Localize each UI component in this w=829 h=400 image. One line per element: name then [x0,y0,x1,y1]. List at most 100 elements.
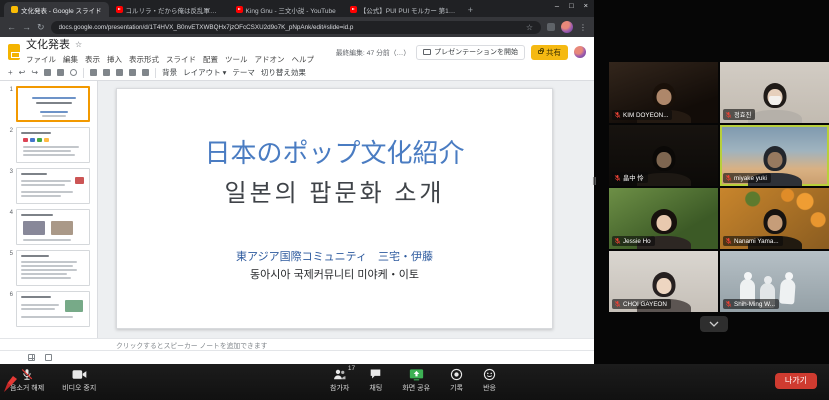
paint-format-icon[interactable] [57,69,64,76]
browser-menu-icon[interactable]: ⋮ [579,23,587,32]
slide-thumbnail-4[interactable] [16,209,90,245]
forward-icon[interactable]: → [22,23,31,32]
collapse-participants-button[interactable] [700,316,728,332]
slide-title-korean[interactable]: 일본의 팝문화 소개 [117,173,552,208]
slide-title-japanese[interactable]: 日本のポップ文化紹介 [117,137,552,171]
theme-button[interactable]: テーマ [232,67,255,78]
select-tool-icon[interactable] [90,69,97,76]
slide-thumbnail-1[interactable] [16,86,90,122]
slide-thumbnail-5[interactable] [16,250,90,286]
maximize-button[interactable]: □ [569,2,574,10]
slide-number: 6 [0,291,13,327]
share-screen-icon [409,367,424,381]
last-edit-link[interactable]: 最終編集: 47 分前（…） [336,47,410,57]
share-screen-button[interactable]: 화면 공유 [402,367,430,393]
new-slide-icon[interactable]: + [8,69,13,77]
current-slide[interactable]: 日本のポップ文化紹介 일본의 팝문화 소개 東アジア国際コミュニティ 三宅・伊藤… [116,88,553,329]
muted-mic-icon [614,237,621,245]
slide-subtitle-japanese[interactable]: 東アジア国際コミュニティ 三宅・伊藤 [117,248,552,264]
menu-edit[interactable]: 編集 [63,54,78,65]
insert-shape-icon[interactable] [129,69,136,76]
back-icon[interactable]: ← [7,23,16,32]
url-field[interactable]: docs.google.com/presentation/d/1T4HVX_B0… [51,21,541,34]
participant-tile[interactable]: 정효진 [720,62,829,123]
menu-arrange[interactable]: 配置 [203,54,218,65]
zoom-icon[interactable] [70,69,77,76]
stop-video-button[interactable]: 비디오 중지 [62,367,96,393]
youtube-favicon-icon [116,6,123,13]
lock-icon [538,50,543,54]
redo-icon[interactable]: ↪ [31,69,38,77]
participant-name-label: CHOI GAYEON [612,299,671,309]
extensions-icon[interactable] [547,23,555,31]
insert-image-icon[interactable] [116,69,123,76]
tab-youtube-1[interactable]: コルリラ・だから俺は反乱軍を作るわと... [109,2,229,17]
slide-thumbnail-3[interactable] [16,168,90,204]
minimize-button[interactable]: – [555,2,559,10]
slide-filmstrip: 1 2 [0,81,98,338]
toolbar-separator [83,68,84,78]
menu-tools[interactable]: ツール [225,54,248,65]
tab-youtube-3[interactable]: 【公式】PUI PUI モルカー 第1話 「... [343,2,463,17]
text-box-icon[interactable] [103,69,110,76]
menu-slide[interactable]: スライド [166,54,196,65]
participant-tile[interactable]: KIM DOYEON... [609,62,718,123]
participant-name-label: Jessie Ho [612,236,655,246]
new-tab-button[interactable]: + [468,6,473,15]
participant-tile[interactable]: Shih-Ming W... [720,251,829,312]
speaker-notes[interactable]: クリックするとスピーカー ノートを追加できます [0,338,594,350]
menu-help[interactable]: ヘルプ [292,54,315,65]
account-avatar[interactable] [574,46,586,58]
menu-addons[interactable]: アドオン [255,54,285,65]
present-button[interactable]: プレゼンテーションを開始 [416,45,525,60]
print-icon[interactable] [44,69,51,76]
doc-info: 文化発表 ☆ ファイル 編集 表示 挿入 表示形式 スライド 配置 ツール アド… [26,39,330,64]
record-button[interactable]: 기록 [450,367,463,393]
slide-canvas[interactable]: 日本のポップ文化紹介 일본의 팝문화 소개 東アジア国際コミュニティ 三宅・伊藤… [98,81,594,338]
grid-view-icon[interactable] [28,354,35,361]
layout-button[interactable]: レイアウト▾ [183,67,226,78]
participant-tile[interactable]: Nanami Yama... [720,188,829,249]
muted-mic-icon [614,174,621,182]
panel-resize-handle[interactable]: ‖ [592,176,597,188]
zoom-control-bar: 음소거 해제 비디오 중지 17 참가자 채팅 [0,364,829,400]
slide-thumbnail-2[interactable] [16,127,90,163]
menu-view[interactable]: 表示 [85,54,100,65]
participant-tile[interactable]: CHOI GAYEON [609,251,718,312]
participants-button[interactable]: 17 참가자 [330,367,349,393]
doc-title[interactable]: 文化発表 [26,39,70,51]
refresh-icon[interactable]: ↻ [37,23,45,32]
costumed-figure [779,279,796,305]
menu-insert[interactable]: 挿入 [107,54,122,65]
menu-format[interactable]: 表示形式 [129,54,159,65]
slide-thumbnail-6[interactable] [16,291,90,327]
filmstrip-view-icon[interactable] [45,354,52,361]
slides-toolbar: + ↩ ↪ 背景 レイアウト▾ テーマ 切り替え効果 [0,65,594,81]
leave-meeting-button[interactable]: 나가기 [775,373,817,389]
share-button[interactable]: 共有 [531,45,568,60]
undo-icon[interactable]: ↩ [19,69,26,77]
menu-file[interactable]: ファイル [26,54,56,65]
slide-subtitle-korean[interactable]: 동아시아 국제커뮤니티 미야케・이토 [117,266,552,282]
window-controls: – □ × [555,2,588,10]
slides-app-icon[interactable] [8,44,20,60]
tab-youtube-2[interactable]: King Gnu - 三文小説 - YouTube [229,2,343,17]
participant-tile-active-speaker[interactable]: miyake yuki [720,125,829,186]
bookmark-star-icon[interactable]: ☆ [526,23,533,32]
participant-tile[interactable]: Jessie Ho [609,188,718,249]
dropdown-icon: ▾ [223,68,227,77]
tab-slides[interactable]: 文化発表 - Google スライド [4,2,109,17]
chat-button[interactable]: 채팅 [369,367,382,393]
transition-button[interactable]: 切り替え効果 [261,67,306,78]
google-slides-favicon-icon [11,6,18,13]
star-doc-icon[interactable]: ☆ [75,41,82,50]
participants-icon: 17 [333,367,346,381]
profile-avatar[interactable] [561,21,573,33]
muted-mic-icon [614,300,621,308]
muted-mic-icon [725,300,732,308]
participant-tile[interactable]: 畠中 怜 [609,125,718,186]
background-button[interactable]: 背景 [162,67,177,78]
close-button[interactable]: × [584,2,588,10]
reactions-button[interactable]: 반응 [483,367,496,393]
insert-line-icon[interactable] [142,69,149,76]
